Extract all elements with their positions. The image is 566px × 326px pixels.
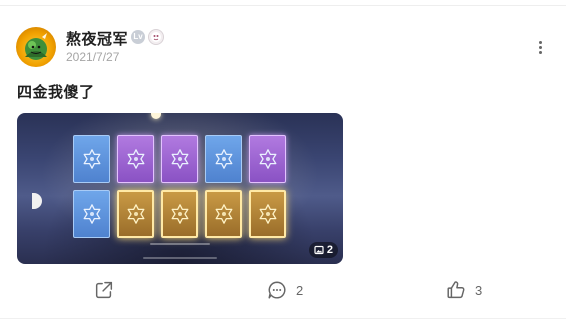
avatar-character-icon [25,33,47,60]
star-emblem-icon [171,204,188,224]
divider [0,318,566,319]
like-count: 3 [475,282,483,298]
result-card-gold [205,190,242,238]
image-hint-line [143,257,217,259]
result-card-blue [205,135,242,183]
image-stack-icon [314,245,324,255]
comment-count: 2 [296,282,304,298]
result-card-blue [73,190,110,238]
image-caption-line [150,243,210,245]
post-card: 熬夜冠军 Lv 2021/7/27 四金我傻了 2 2 3 [0,0,566,326]
level-badge-icon: Lv [131,30,145,44]
post-title: 四金我傻了 [17,84,95,101]
star-emblem-icon [259,149,276,169]
result-card-purple [161,135,198,183]
comment-button[interactable]: 2 [266,278,303,302]
result-card-gold [161,190,198,238]
avatar[interactable] [16,27,56,67]
result-card-gold [249,190,286,238]
author-name[interactable]: 熬夜冠军 [66,28,128,49]
result-card-gold [117,190,154,238]
star-emblem-icon [127,149,144,169]
more-options-icon[interactable] [533,37,547,57]
star-emblem-icon [127,204,144,224]
share-button[interactable] [93,278,115,302]
star-emblem-icon [171,149,188,169]
thumbs-up-icon [447,281,465,299]
star-emblem-icon [83,204,100,224]
result-card-purple [249,135,286,183]
star-emblem-icon [215,204,232,224]
image-count: 2 [326,244,333,256]
star-emblem-icon [83,149,100,169]
star-emblem-icon [215,149,232,169]
star-emblem-icon [259,204,276,224]
share-icon [95,281,113,299]
result-card-blue [73,135,110,183]
divider [0,5,566,6]
post-image[interactable]: 2 [17,113,343,264]
comment-icon [268,281,286,299]
image-count-badge[interactable]: 2 [308,242,338,258]
like-button[interactable]: 3 [445,278,482,302]
role-badge-icon [148,29,164,45]
post-date: 2021/7/27 [66,50,120,64]
result-card-purple [117,135,154,183]
